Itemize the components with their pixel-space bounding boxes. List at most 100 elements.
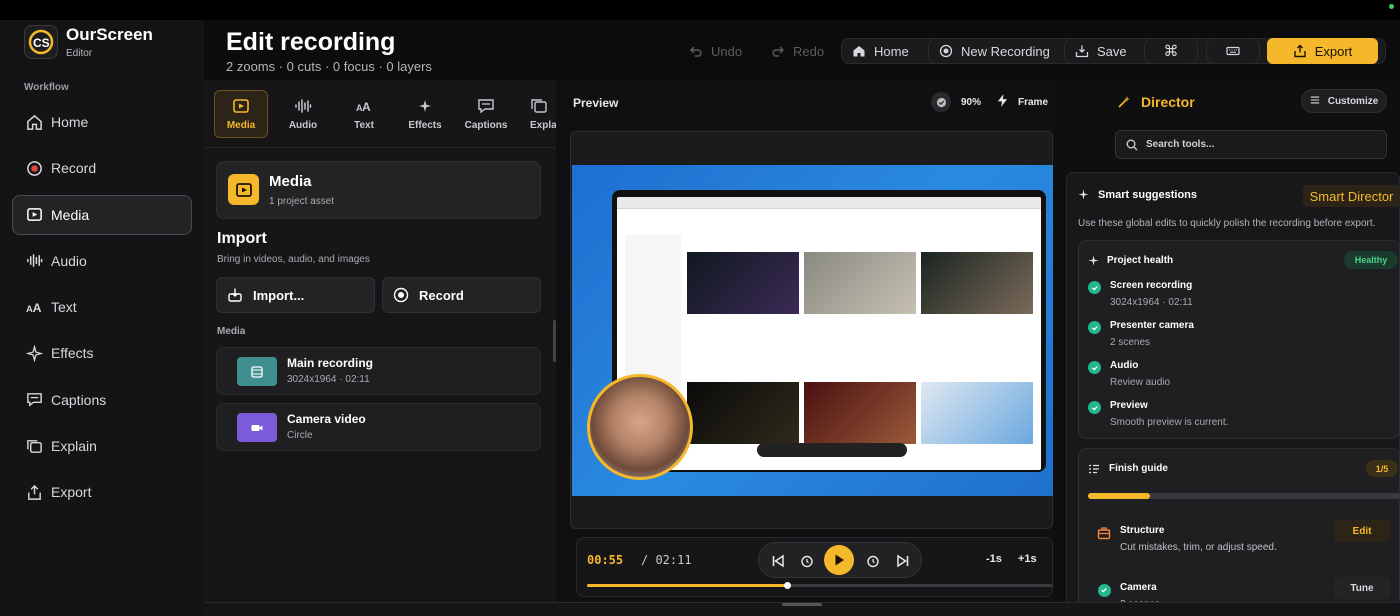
media-summary-card: Media 1 project asset — [216, 161, 541, 219]
health-item-detail: Smooth preview is current. — [1110, 417, 1229, 428]
checklist-icon — [1088, 463, 1100, 478]
import-subtitle: Bring in videos, audio, and images — [217, 254, 370, 265]
audio-wave-icon — [295, 99, 312, 113]
captions-icon — [25, 391, 43, 409]
sidebar-item-home[interactable]: Home — [12, 102, 192, 142]
tab-audio[interactable]: Audio — [276, 90, 330, 138]
pulse-icon — [1088, 255, 1099, 269]
text-icon: AA — [25, 298, 43, 316]
guide-progress-bar — [1088, 493, 1400, 499]
tool-search-input[interactable]: Search tools... — [1115, 130, 1387, 159]
explain-icon — [531, 99, 547, 113]
skip-end-button[interactable] — [893, 551, 913, 571]
sidebar-nav: Home Record Media Audio AA Text Effects … — [12, 102, 192, 519]
skip-start-button[interactable] — [768, 551, 788, 571]
sidebar-item-label: Audio — [51, 252, 87, 269]
sparkle-icon — [25, 344, 43, 362]
export-button[interactable]: Export — [1267, 38, 1378, 64]
keyboard-button[interactable] — [1206, 38, 1260, 64]
tab-text[interactable]: AA Text — [337, 90, 391, 138]
sidebar-item-text[interactable]: AA Text — [12, 287, 192, 327]
svg-text:CS: CS — [33, 36, 50, 50]
smart-director-badge[interactable]: Smart Director — [1303, 185, 1400, 207]
workflow-label: Workflow — [24, 82, 69, 93]
sidebar-item-label: Record — [51, 160, 97, 177]
keyboard-icon — [1226, 46, 1240, 56]
check-icon — [931, 92, 951, 112]
play-button[interactable] — [824, 545, 854, 575]
command-button[interactable]: ⌘ — [1144, 38, 1198, 64]
smart-suggestions-description: Use these global edits to quickly polish… — [1078, 218, 1376, 229]
import-button[interactable]: Import... — [216, 277, 375, 313]
media-icon — [233, 99, 249, 113]
sidebar-item-label: Effects — [51, 345, 94, 362]
lightning-icon — [997, 94, 1008, 110]
health-status-badge: Healthy — [1344, 251, 1398, 269]
undo-icon — [690, 46, 702, 57]
director-title: Director — [1117, 94, 1195, 112]
project-health-title: Project health — [1088, 255, 1174, 266]
audio-wave-icon — [25, 252, 43, 270]
sidebar-item-audio[interactable]: Audio — [12, 241, 192, 281]
explain-icon — [25, 437, 43, 455]
sidebar-item-export[interactable]: Export — [12, 472, 192, 512]
brand-name: OurScreen — [66, 25, 153, 44]
skip-forward-icon — [897, 554, 909, 568]
sidebar-item-explain[interactable]: Explain — [12, 426, 192, 466]
sidebar-item-captions[interactable]: Captions — [12, 380, 192, 420]
rewind-button[interactable] — [797, 551, 817, 571]
timeline-resize-handle[interactable] — [782, 603, 822, 606]
tab-captions[interactable]: Captions — [459, 90, 513, 138]
step-forward-button[interactable]: +1s — [1018, 553, 1037, 565]
frame-label: Frame — [1018, 96, 1049, 108]
media-asset-camera-video[interactable]: Camera video Circle — [216, 403, 541, 451]
quality-value: 90% — [961, 96, 982, 108]
home-icon — [25, 113, 43, 131]
tab-effects[interactable]: Effects — [398, 90, 452, 138]
skip-back-icon — [772, 554, 784, 568]
preview-label: Preview — [573, 96, 619, 110]
sidebar-item-record[interactable]: Record — [12, 148, 192, 188]
scrubber-progress — [587, 584, 788, 587]
tab-media[interactable]: Media — [214, 90, 268, 138]
presenter-camera-bubble[interactable] — [587, 374, 693, 480]
captions-icon — [478, 99, 494, 114]
asset-meta: 3024x1964 · 02:11 — [287, 374, 370, 385]
tab-label: Text — [354, 120, 374, 131]
health-title-text: Project health — [1107, 255, 1174, 266]
media-card-title: Media — [269, 173, 312, 190]
step-back-button[interactable]: -1s — [986, 553, 1002, 565]
briefcase-icon — [1096, 525, 1112, 541]
frame-toggle[interactable]: Frame — [997, 92, 1048, 112]
import-button-label: Import... — [253, 287, 305, 303]
media-asset-main-recording[interactable]: Main recording 3024x1964 · 02:11 — [216, 347, 541, 395]
quality-toggle[interactable]: 90% — [931, 92, 981, 112]
timeline-scrubber[interactable] — [587, 582, 1053, 589]
health-item-name: Preview — [1110, 400, 1148, 411]
tab-label: Effects — [408, 120, 442, 131]
asset-name: Main recording — [287, 356, 374, 370]
customize-button[interactable]: Customize — [1301, 89, 1387, 113]
health-item-detail: 3024x1964 · 02:11 — [1110, 297, 1193, 308]
redo-button[interactable]: Redo — [761, 38, 834, 64]
sidebar-item-effects[interactable]: Effects — [12, 333, 192, 373]
undo-button[interactable]: Undo — [679, 38, 752, 64]
health-item-detail: 2 scenes — [1110, 337, 1151, 348]
record-icon — [25, 159, 43, 177]
save-icon — [1075, 45, 1089, 58]
page-title: Edit recording — [226, 28, 396, 56]
status-dot — [1389, 4, 1394, 9]
record-button[interactable]: Record — [382, 277, 541, 313]
edit-button[interactable]: Edit — [1334, 520, 1390, 542]
guide-progress-count: 1/5 — [1366, 460, 1398, 477]
record-icon — [393, 287, 409, 303]
home-label: Home — [874, 43, 909, 59]
tune-button[interactable]: Tune — [1334, 577, 1390, 599]
sidebar-item-media[interactable]: Media — [12, 194, 192, 235]
forward-button[interactable] — [863, 551, 883, 571]
customize-label: Customize — [1327, 95, 1379, 107]
sidebar-item-label: Text — [51, 299, 77, 316]
guide-item-name: Structure — [1120, 525, 1165, 536]
tab-explain[interactable]: Expla — [520, 90, 556, 138]
text-icon: AA — [356, 100, 371, 114]
